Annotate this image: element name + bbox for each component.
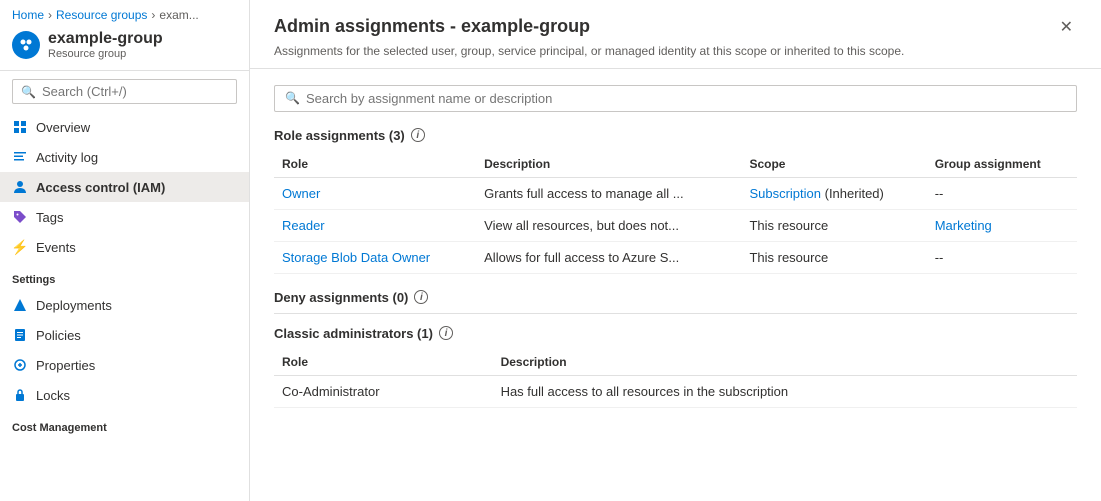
panel-subtitle: Assignments for the selected user, group… xyxy=(274,43,904,60)
sidebar-item-tags-label: Tags xyxy=(36,210,63,225)
col-description: Description xyxy=(476,151,741,178)
search-icon: 🔍 xyxy=(21,85,36,99)
sidebar-item-overview-label: Overview xyxy=(36,120,90,135)
role-owner-description: Grants full access to manage all ... xyxy=(476,177,741,209)
panel-header: Admin assignments - example-group Assign… xyxy=(250,0,1101,69)
col-group-assignment: Group assignment xyxy=(927,151,1077,178)
role-storage-scope: This resource xyxy=(741,241,926,273)
sidebar-item-locks[interactable]: Locks xyxy=(0,380,249,410)
panel-content: 🔍 Role assignments (3) i Role Descriptio… xyxy=(250,69,1101,440)
activity-log-icon xyxy=(12,149,28,165)
classic-admins-table: Role Description Co-Administrator Has fu… xyxy=(274,349,1077,408)
nav-menu: Overview Activity log Access control (IA… xyxy=(0,112,249,438)
settings-section-label: Settings xyxy=(0,262,249,290)
table-row: Co-Administrator Has full access to all … xyxy=(274,375,1077,407)
policies-icon xyxy=(12,327,28,343)
breadcrumb-home[interactable]: Home xyxy=(12,8,44,22)
resource-title: example-group xyxy=(48,30,163,48)
section-divider xyxy=(274,313,1077,314)
role-owner-group: -- xyxy=(927,177,1077,209)
sidebar-item-locks-label: Locks xyxy=(36,388,70,403)
sidebar-item-deployments[interactable]: Deployments xyxy=(0,290,249,320)
sidebar-item-overview[interactable]: Overview xyxy=(0,112,249,142)
role-assignments-heading: Role assignments (3) i xyxy=(274,128,1077,143)
scope-subscription-link[interactable]: Subscription xyxy=(749,186,821,201)
breadcrumb-current: exam... xyxy=(159,8,198,22)
table-row: Reader View all resources, but does not.… xyxy=(274,209,1077,241)
assignment-search-icon: 🔍 xyxy=(285,91,300,105)
search-box[interactable]: 🔍 xyxy=(12,79,237,104)
sidebar-item-activity-log[interactable]: Activity log xyxy=(0,142,249,172)
role-reader-scope: This resource xyxy=(741,209,926,241)
breadcrumb-resource-groups[interactable]: Resource groups xyxy=(56,8,147,22)
classic-role-description: Has full access to all resources in the … xyxy=(493,375,1077,407)
deny-assignments-info-icon[interactable]: i xyxy=(414,290,428,304)
sidebar-item-activity-log-label: Activity log xyxy=(36,150,98,165)
panel-title: Admin assignments - example-group xyxy=(274,16,904,37)
role-assignments-info-icon[interactable]: i xyxy=(411,128,425,142)
role-reader-group: Marketing xyxy=(927,209,1077,241)
sidebar-item-events-label: Events xyxy=(36,240,76,255)
sidebar-item-properties-label: Properties xyxy=(36,358,95,373)
breadcrumb: Home › Resource groups › exam... xyxy=(0,0,249,26)
classic-admins-header-row: Role Description xyxy=(274,349,1077,376)
sidebar-item-access-control[interactable]: Access control (IAM) xyxy=(0,172,249,202)
role-storage-description: Allows for full access to Azure S... xyxy=(476,241,741,273)
assignment-search-input[interactable] xyxy=(306,91,1066,106)
assignment-search-box[interactable]: 🔍 xyxy=(274,85,1077,112)
classic-col-description: Description xyxy=(493,349,1077,376)
tags-icon xyxy=(12,209,28,225)
events-icon: ⚡ xyxy=(12,239,28,255)
role-assignments-header-row: Role Description Scope Group assignment xyxy=(274,151,1077,178)
sidebar-item-events[interactable]: ⚡ Events xyxy=(0,232,249,262)
classic-col-role: Role xyxy=(274,349,493,376)
deployments-icon xyxy=(12,297,28,313)
role-storage-group: -- xyxy=(927,241,1077,273)
overview-icon xyxy=(12,119,28,135)
sidebar-item-properties[interactable]: Properties xyxy=(0,350,249,380)
classic-role-label: Co-Administrator xyxy=(274,375,493,407)
col-scope: Scope xyxy=(741,151,926,178)
role-owner-link[interactable]: Owner xyxy=(282,186,320,201)
role-storage-link[interactable]: Storage Blob Data Owner xyxy=(282,250,430,265)
role-owner-scope: Subscription (Inherited) xyxy=(741,177,926,209)
main-panel: Admin assignments - example-group Assign… xyxy=(250,0,1101,501)
properties-icon xyxy=(12,357,28,373)
classic-admins-heading: Classic administrators (1) i xyxy=(274,326,1077,341)
col-role: Role xyxy=(274,151,476,178)
group-marketing-link[interactable]: Marketing xyxy=(935,218,992,233)
classic-admins-info-icon[interactable]: i xyxy=(439,326,453,340)
resource-group-icon xyxy=(12,31,40,59)
table-row: Storage Blob Data Owner Allows for full … xyxy=(274,241,1077,273)
search-input[interactable] xyxy=(42,84,228,99)
cost-management-section-label: Cost Management xyxy=(0,410,249,438)
deny-assignments-heading: Deny assignments (0) i xyxy=(274,290,1077,305)
sidebar: Home › Resource groups › exam... example… xyxy=(0,0,250,501)
sidebar-item-access-control-label: Access control (IAM) xyxy=(36,180,165,195)
resource-header: example-group Resource group xyxy=(0,26,249,71)
sidebar-item-policies[interactable]: Policies xyxy=(0,320,249,350)
sidebar-item-tags[interactable]: Tags xyxy=(0,202,249,232)
role-reader-description: View all resources, but does not... xyxy=(476,209,741,241)
close-button[interactable]: ✕ xyxy=(1056,16,1077,40)
resource-subtitle: Resource group xyxy=(48,48,163,60)
sidebar-item-deployments-label: Deployments xyxy=(36,298,112,313)
sidebar-item-policies-label: Policies xyxy=(36,328,81,343)
locks-icon xyxy=(12,387,28,403)
access-control-icon xyxy=(12,179,28,195)
role-assignments-table: Role Description Scope Group assignment … xyxy=(274,151,1077,274)
table-row: Owner Grants full access to manage all .… xyxy=(274,177,1077,209)
role-reader-link[interactable]: Reader xyxy=(282,218,325,233)
